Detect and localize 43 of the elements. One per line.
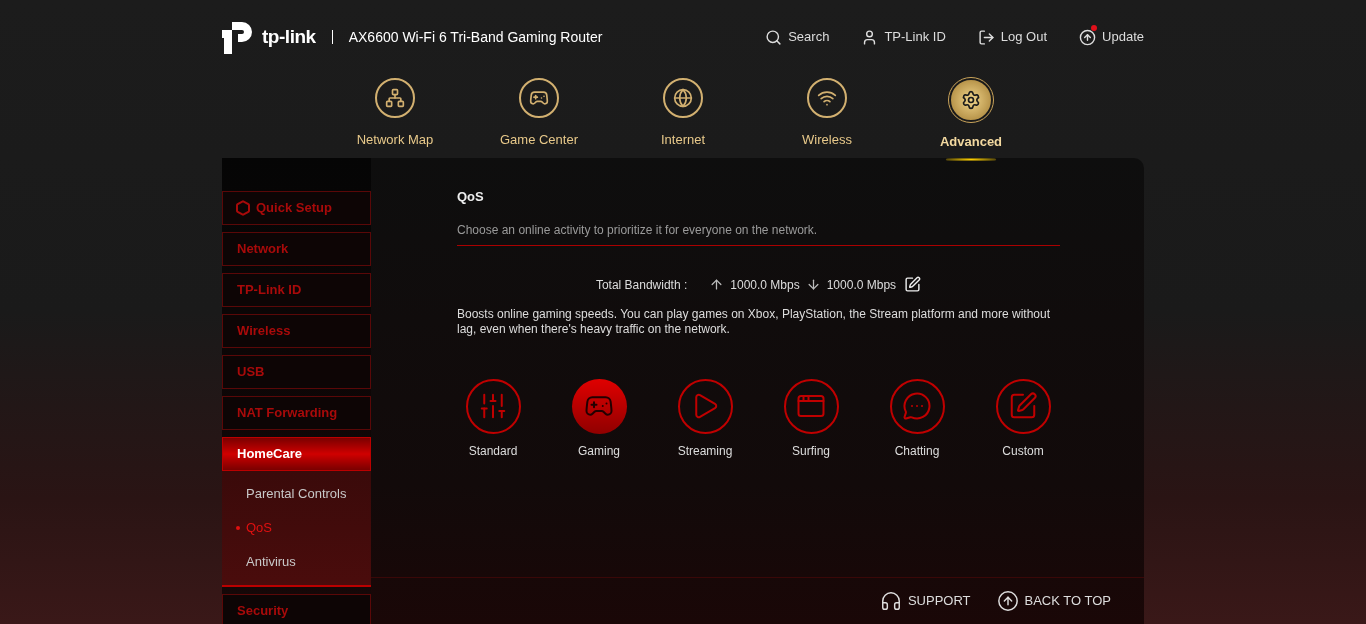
edit-icon[interactable] — [904, 276, 922, 293]
arrow-up-circle-icon — [996, 590, 1019, 612]
nav-tab[interactable]: Internet — [611, 74, 755, 158]
back-to-top-link[interactable]: BACK TO TOP — [996, 590, 1111, 612]
product-name: AX6600 Wi-Fi 6 Tri-Band Gaming Router — [348, 27, 603, 47]
gear-icon — [949, 78, 993, 122]
qos-mode-option[interactable]: Streaming — [652, 378, 758, 460]
qos-mode-option[interactable]: Gaming — [546, 378, 652, 460]
network-icon — [375, 78, 415, 118]
upload-speed: 1000.0 Mbps — [730, 276, 800, 294]
sidebar-item[interactable]: HomeCare — [222, 437, 371, 471]
active-tab-indicator — [946, 158, 996, 161]
bandwidth-label: Total Bandwidth : — [595, 276, 688, 294]
qos-mode-option[interactable]: Custom — [970, 378, 1076, 460]
submenu-item[interactable]: Parental Controls — [222, 477, 371, 511]
gamepad-icon — [519, 78, 559, 118]
header-link[interactable]: Search — [765, 27, 830, 47]
nav-tab[interactable]: Advanced — [899, 74, 1043, 158]
wifi-icon — [807, 78, 847, 118]
qos-mode-option[interactable]: Surfing — [758, 378, 864, 460]
header-link[interactable]: Update — [1079, 27, 1144, 47]
brand-wordmark: tp-link — [262, 24, 316, 49]
logout-icon — [977, 28, 995, 46]
nav-tab[interactable]: Wireless — [755, 74, 899, 158]
download-speed: 1000.0 Mbps — [826, 276, 897, 294]
nav-tab[interactable]: Network Map — [323, 74, 467, 158]
logo-icon — [222, 20, 254, 54]
mode-description: Boosts online gaming speeds. You can play games on Xbox, PlayStation, the Stream platform and more without lag, even when there's heavy traffic on the network. — [457, 306, 1051, 337]
header-link[interactable]: Log Out — [977, 27, 1048, 47]
hexagon-icon — [235, 200, 251, 216]
upload-icon — [1079, 28, 1097, 46]
qos-mode-option[interactable]: Standard — [440, 378, 546, 460]
support-link[interactable]: SUPPORT — [879, 590, 971, 612]
page-subtitle: Choose an online activity to prioritize it for everyone on the network. — [457, 220, 1060, 246]
search-icon — [765, 28, 783, 46]
globe-icon — [663, 78, 703, 118]
page-title: QoS — [457, 188, 485, 206]
nav-tab[interactable]: Game Center — [467, 74, 611, 158]
headset-icon — [879, 590, 902, 612]
header-link[interactable]: TP-Link ID — [861, 27, 946, 47]
submenu-item[interactable]: Antivirus — [222, 545, 371, 579]
arrow-down-icon — [805, 277, 821, 292]
qos-mode-option[interactable]: Chatting — [864, 378, 970, 460]
